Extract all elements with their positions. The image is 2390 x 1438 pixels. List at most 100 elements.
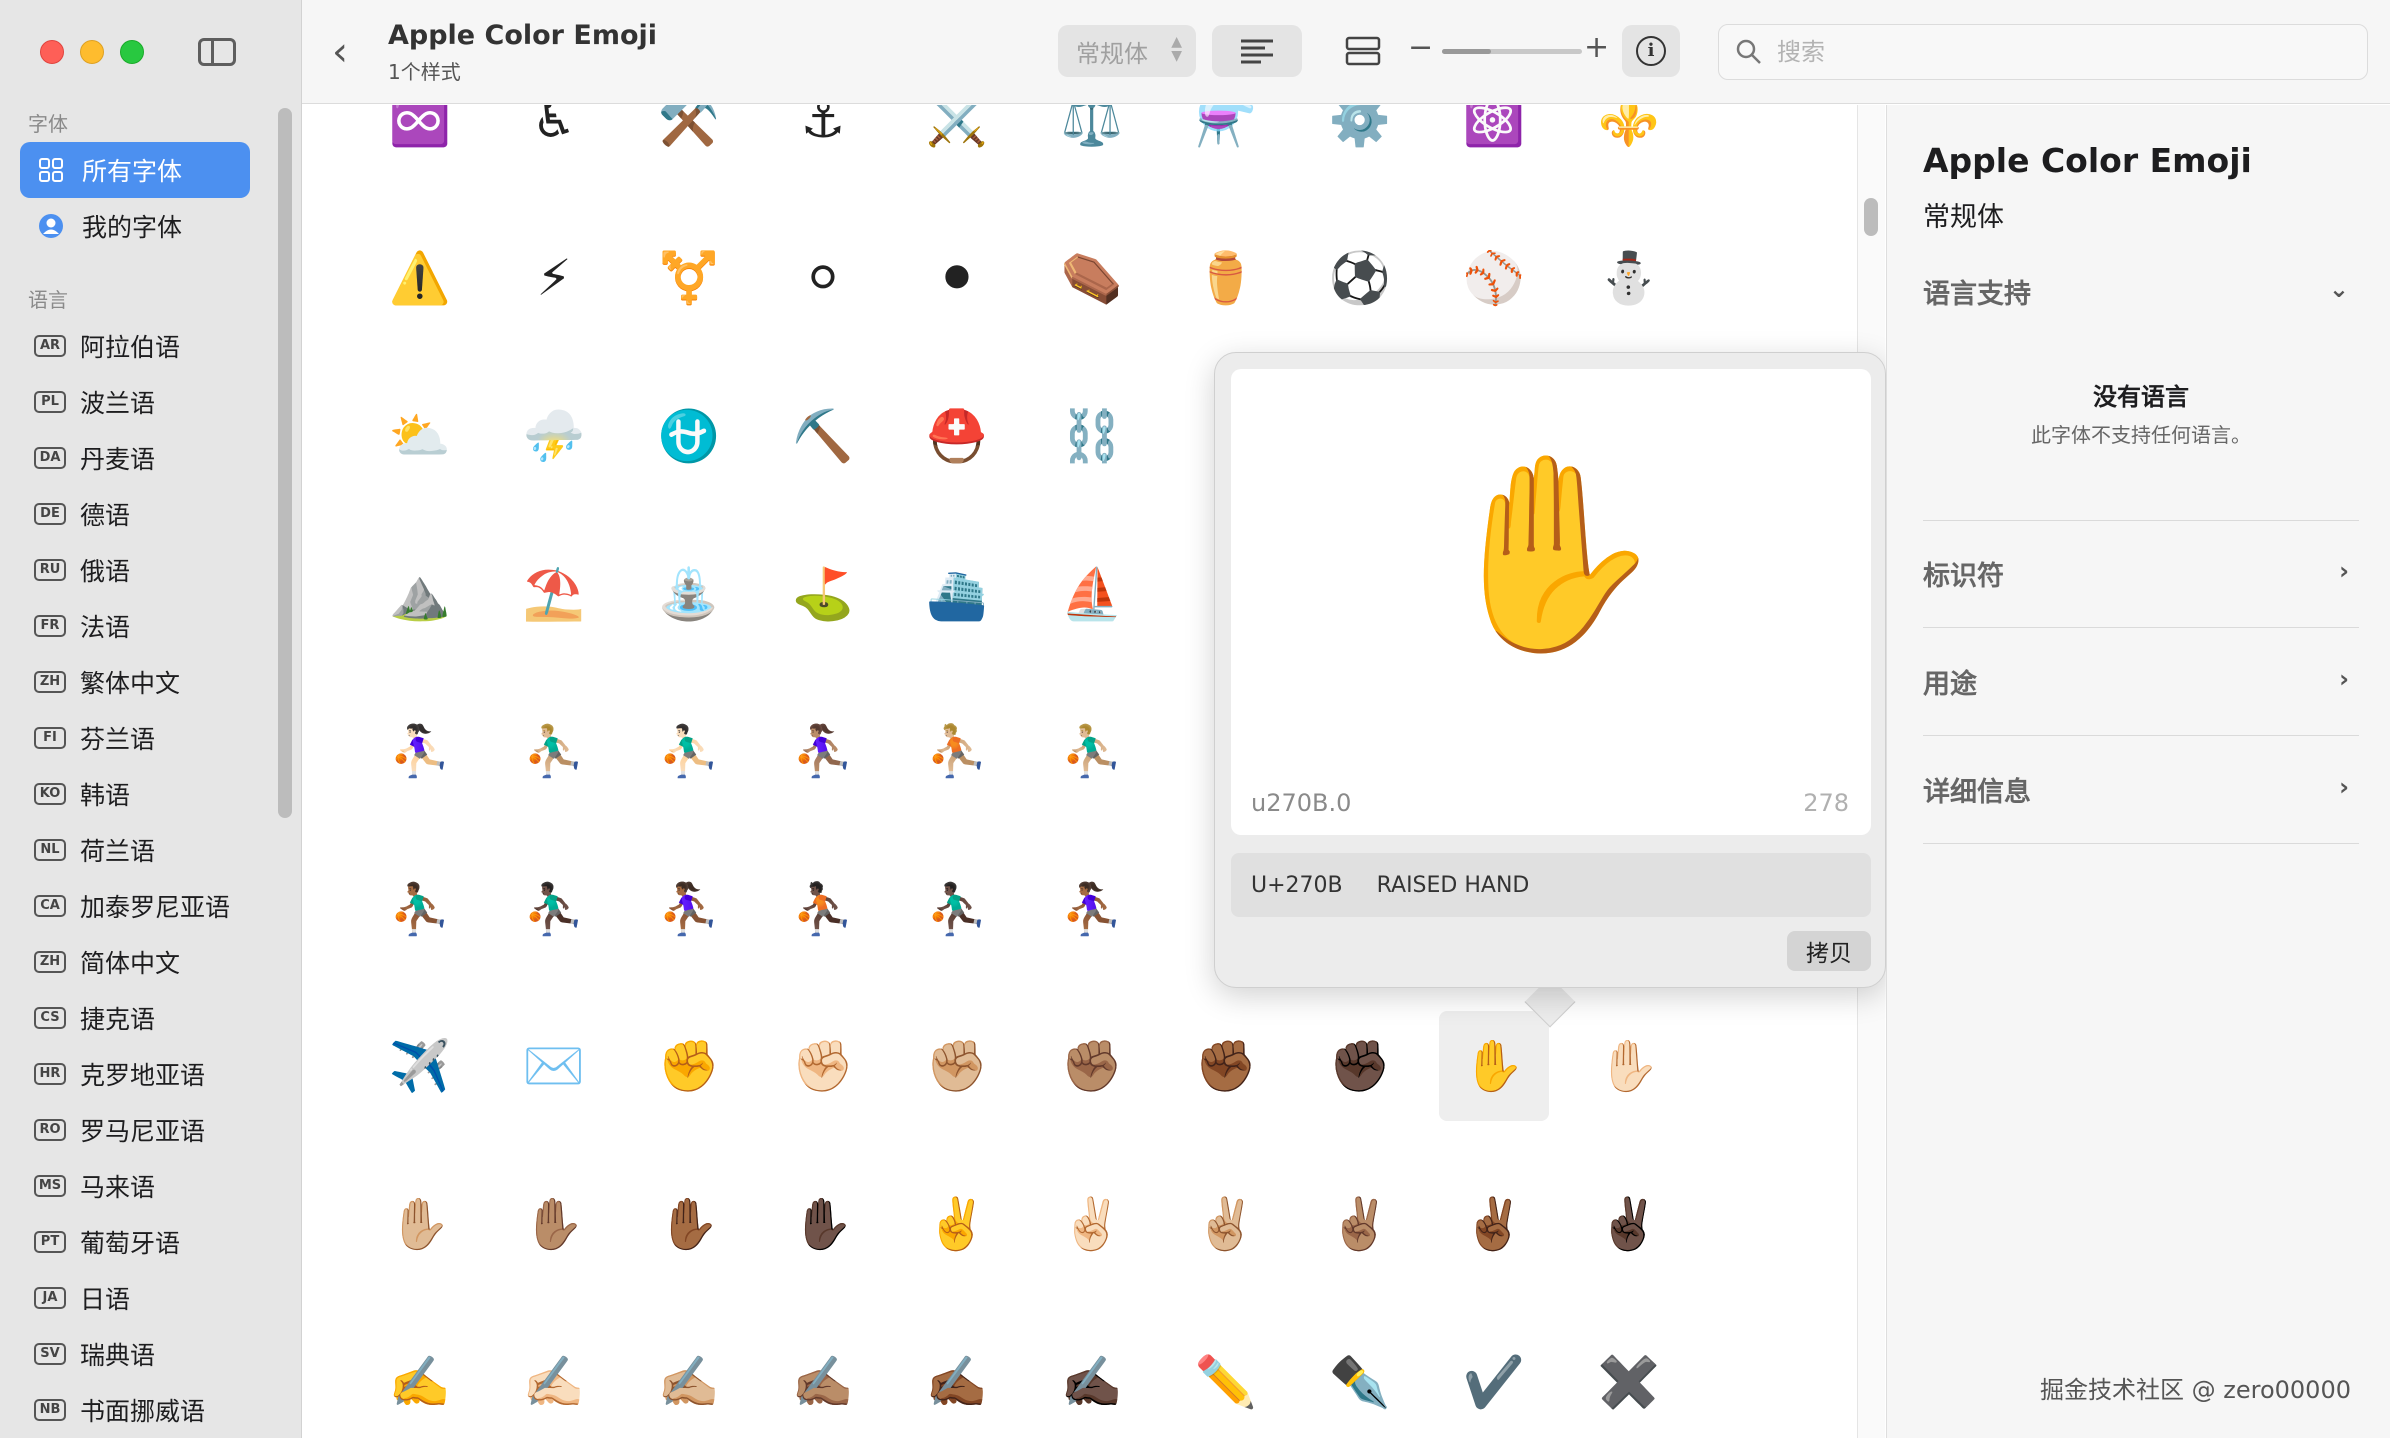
glyph-cell[interactable]: ⛑️ bbox=[902, 381, 1012, 491]
glyph-cell[interactable]: ⛎ bbox=[634, 381, 744, 491]
glyph-cell[interactable]: ⛹🏼‍♂️ bbox=[499, 696, 609, 806]
glyph-cell[interactable]: ⚡ bbox=[499, 223, 609, 333]
glyph-cell[interactable]: ⛳ bbox=[768, 539, 878, 649]
glyph-cell[interactable]: ✌🏿 bbox=[1574, 1169, 1684, 1279]
close-window-button[interactable] bbox=[40, 40, 64, 64]
glyph-cell[interactable]: ⛹🏿‍♂️ bbox=[499, 854, 609, 964]
glyph-cell[interactable]: ✊🏾 bbox=[1171, 1011, 1281, 1121]
sidebar-item-all-fonts[interactable]: 所有字体 bbox=[20, 142, 250, 198]
copy-button[interactable]: 拷贝 bbox=[1787, 931, 1871, 971]
glyph-cell[interactable]: ✍🏽 bbox=[768, 1327, 878, 1437]
sidebar-item-language[interactable]: SV 瑞典语 bbox=[20, 1329, 260, 1379]
sidebar-item-language[interactable]: NB 书面挪威语 bbox=[20, 1385, 260, 1435]
sidebar-item-language[interactable]: DA 丹麦语 bbox=[20, 433, 260, 483]
glyph-cell[interactable]: ⛹🏾‍♂️ bbox=[365, 854, 475, 964]
glyph-cell[interactable]: ✊🏻 bbox=[768, 1011, 878, 1121]
glyph-cell[interactable]: ✋🏽 bbox=[499, 1169, 609, 1279]
identifier-section[interactable]: 标识符 › bbox=[1923, 537, 2359, 609]
sidebar-item-language[interactable]: PT 葡萄牙语 bbox=[20, 1217, 260, 1267]
glyph-cell[interactable]: ⛵ bbox=[1037, 539, 1147, 649]
glyph-cell[interactable]: ✋🏿 bbox=[768, 1169, 878, 1279]
glyph-cell[interactable]: ✊🏽 bbox=[1037, 1011, 1147, 1121]
glyph-cell[interactable]: ✌🏼 bbox=[1171, 1169, 1281, 1279]
glyph-cell[interactable]: ✋🏾 bbox=[634, 1169, 744, 1279]
glyph-grid-scrollbar[interactable] bbox=[1864, 198, 1878, 236]
sidebar-item-language[interactable]: JA 日语 bbox=[20, 1273, 260, 1323]
sidebar-item-language[interactable]: RO 罗马尼亚语 bbox=[20, 1105, 260, 1155]
zoom-in-icon[interactable]: + bbox=[1584, 30, 1609, 65]
glyph-cell[interactable]: ⚰️ bbox=[1037, 223, 1147, 333]
glyph-cell[interactable]: ✊🏼 bbox=[902, 1011, 1012, 1121]
glyph-cell[interactable]: ✉️ bbox=[499, 1011, 609, 1121]
sidebar-scrollbar[interactable] bbox=[278, 108, 292, 818]
glyph-cell[interactable]: ⛹🏿 bbox=[768, 854, 878, 964]
glyph-cell[interactable]: ✌🏽 bbox=[1305, 1169, 1415, 1279]
details-section[interactable]: 详细信息 › bbox=[1923, 753, 2359, 825]
glyph-cell[interactable]: ✈️ bbox=[365, 1011, 475, 1121]
sidebar-item-language[interactable]: NL 荷兰语 bbox=[20, 825, 260, 875]
sidebar-item-language[interactable]: FI 芬兰语 bbox=[20, 713, 260, 763]
glyph-cell[interactable]: ✍🏾 bbox=[902, 1327, 1012, 1437]
glyph-cell[interactable]: ⛄ bbox=[1574, 223, 1684, 333]
search-field[interactable] bbox=[1718, 24, 2368, 80]
glyph-cell[interactable]: ⛴️ bbox=[902, 539, 1012, 649]
glyph-view-button[interactable] bbox=[1212, 25, 1302, 77]
sidebar-item-language[interactable]: ZH 繁体中文 bbox=[20, 657, 260, 707]
glyph-cell[interactable]: ⛹🏼 bbox=[902, 696, 1012, 806]
glyph-cell[interactable]: ✍🏻 bbox=[499, 1327, 609, 1437]
sidebar-item-language[interactable]: FR 法语 bbox=[20, 601, 260, 651]
zoom-out-icon[interactable]: − bbox=[1408, 30, 1433, 65]
sidebar-item-language[interactable]: CA 加泰罗尼亚语 bbox=[20, 881, 260, 931]
back-chevron-icon[interactable]: ‹ bbox=[332, 32, 348, 72]
sidebar-item-my-fonts[interactable]: 我的字体 bbox=[20, 198, 250, 254]
list-view-button[interactable] bbox=[1318, 25, 1408, 77]
sidebar-toggle-icon[interactable] bbox=[198, 38, 236, 66]
sidebar-item-language[interactable]: MS 马来语 bbox=[20, 1161, 260, 1211]
glyph-cell[interactable]: ⛹🏾‍♀️ bbox=[634, 854, 744, 964]
sidebar-item-language[interactable]: PL 波兰语 bbox=[20, 377, 260, 427]
glyph-cell[interactable]: ⛅ bbox=[365, 381, 475, 491]
glyph-cell[interactable]: ⚛️ bbox=[1439, 105, 1549, 175]
glyph-cell[interactable]: ✋🏻 bbox=[1574, 1011, 1684, 1121]
glyph-cell[interactable]: ✌🏾 bbox=[1439, 1169, 1549, 1279]
glyph-cell[interactable]: ✍️ bbox=[365, 1327, 475, 1437]
glyph-cell[interactable]: ✍🏿 bbox=[1037, 1327, 1147, 1437]
glyph-cell[interactable]: ♿ bbox=[499, 105, 609, 175]
glyph-cell[interactable]: ⚧️ bbox=[634, 223, 744, 333]
glyph-cell[interactable]: ✌️ bbox=[902, 1169, 1012, 1279]
glyph-cell[interactable]: ⚜️ bbox=[1574, 105, 1684, 175]
glyph-cell[interactable]: ♾️ bbox=[365, 105, 475, 175]
glyph-cell[interactable]: ✒️ bbox=[1305, 1327, 1415, 1437]
glyph-cell[interactable]: ⛈️ bbox=[499, 381, 609, 491]
zoom-window-button[interactable] bbox=[120, 40, 144, 64]
minimize-window-button[interactable] bbox=[80, 40, 104, 64]
glyph-cell[interactable]: ⛹🏿‍♂️ bbox=[902, 854, 1012, 964]
glyph-cell[interactable]: ✖️ bbox=[1574, 1327, 1684, 1437]
glyph-cell[interactable]: ⛹🏾‍♀️ bbox=[1037, 854, 1147, 964]
glyph-cell[interactable]: ⛓️ bbox=[1037, 381, 1147, 491]
sidebar-item-language[interactable]: CS 捷克语 bbox=[20, 993, 260, 1043]
glyph-cell[interactable]: ⛱️ bbox=[499, 539, 609, 649]
zoom-slider[interactable] bbox=[1442, 49, 1582, 54]
glyph-cell[interactable]: ✌🏻 bbox=[1037, 1169, 1147, 1279]
style-select[interactable]: 常规体 ▲ ▼ bbox=[1058, 25, 1196, 77]
glyph-cell[interactable]: ⚱️ bbox=[1171, 223, 1281, 333]
info-button[interactable]: i bbox=[1622, 25, 1680, 77]
glyph-cell[interactable]: ✔️ bbox=[1439, 1327, 1549, 1437]
glyph-cell[interactable]: ⛹🏻‍♀️ bbox=[365, 696, 475, 806]
sidebar-item-language[interactable]: DE 德语 bbox=[20, 489, 260, 539]
sidebar-item-language[interactable]: ZH 简体中文 bbox=[20, 937, 260, 987]
glyph-cell[interactable]: ⚔️ bbox=[902, 105, 1012, 175]
glyph-cell[interactable]: ⛰️ bbox=[365, 539, 475, 649]
glyph-cell[interactable]: ⚠️ bbox=[365, 223, 475, 333]
glyph-cell[interactable]: ✍🏼 bbox=[634, 1327, 744, 1437]
glyph-cell[interactable]: ✏️ bbox=[1171, 1327, 1281, 1437]
usage-section[interactable]: 用途 › bbox=[1923, 645, 2359, 717]
glyph-cell[interactable]: ⚒️ bbox=[634, 105, 744, 175]
glyph-cell[interactable]: ⛹🏻‍♂️ bbox=[634, 696, 744, 806]
glyph-cell[interactable]: ✋ bbox=[1439, 1011, 1549, 1121]
search-input[interactable] bbox=[1777, 38, 2337, 66]
glyph-cell[interactable]: ⛲ bbox=[634, 539, 744, 649]
glyph-cell[interactable]: ⚙️ bbox=[1305, 105, 1415, 175]
glyph-cell[interactable]: ✋🏼 bbox=[365, 1169, 475, 1279]
